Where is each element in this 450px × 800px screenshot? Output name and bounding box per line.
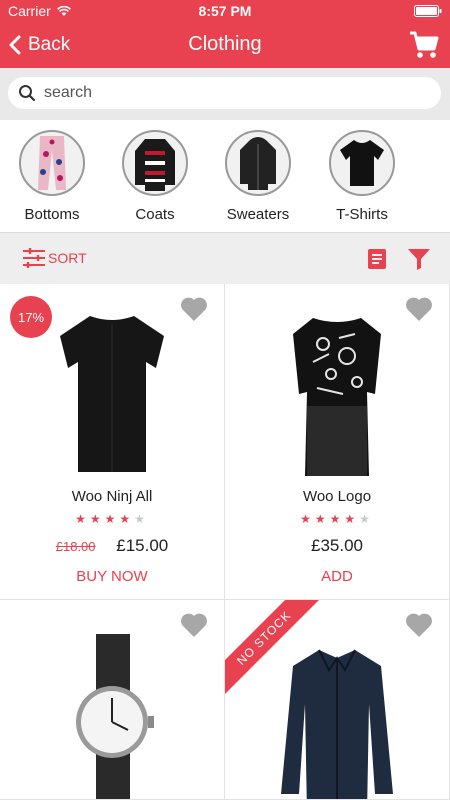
sale-price: £15.00 [116, 536, 169, 555]
product-image [60, 316, 164, 472]
product-price: £35.00 [311, 536, 363, 555]
product-card[interactable] [0, 600, 225, 800]
product-image [76, 634, 154, 799]
product-card[interactable]: 17% Woo Ninj All ★★★★★ £18.00 £15.00 BUY… [0, 284, 225, 600]
sort-button[interactable]: SORT [22, 247, 87, 269]
category-sweaters[interactable]: Sweaters [212, 130, 304, 223]
heart-icon[interactable] [180, 296, 208, 322]
discount-badge: 17% [10, 296, 52, 338]
hoodie-image [240, 137, 276, 190]
search-input[interactable] [44, 84, 404, 102]
category-image [19, 130, 85, 196]
search-box[interactable] [8, 77, 441, 109]
search-bar-area [0, 68, 450, 120]
tshirt-image [340, 140, 384, 186]
category-label: T-Shirts [336, 206, 388, 223]
category-label: Coats [135, 206, 175, 223]
product-grid: 17% Woo Ninj All ★★★★★ £18.00 £15.00 BUY… [0, 284, 450, 800]
sliders-icon [23, 248, 45, 268]
product-image [293, 318, 381, 476]
status-bar: Carrier 8:57 PM [0, 0, 450, 22]
category-label: Sweaters [226, 206, 290, 223]
sort-label: SORT [48, 250, 87, 266]
product-card[interactable]: Woo Logo ★★★★★ £35.00 ADD [225, 284, 450, 600]
heart-icon[interactable] [405, 612, 433, 638]
category-label: Bottoms [24, 206, 80, 223]
app-header: Back Clothing [0, 22, 450, 68]
status-time: 8:57 PM [198, 3, 252, 19]
price-row: £18.00 £15.00 [0, 536, 224, 556]
list-view-icon[interactable] [366, 248, 388, 270]
coat-image [135, 139, 175, 191]
price-row: £35.00 [225, 536, 449, 556]
buy-now-button[interactable]: BUY NOW [0, 568, 224, 585]
category-t-shirts[interactable]: T-Shirts [316, 130, 408, 223]
category-bottoms[interactable]: Bottoms [6, 130, 98, 223]
cart-icon[interactable] [408, 30, 440, 60]
rating-stars: ★★★★★ [75, 512, 149, 526]
page-title: Clothing [188, 33, 262, 55]
sort-filter-bar: SORT [0, 232, 450, 284]
category-strip: Bottoms Coats Sweaters T-Shirts [0, 120, 450, 232]
heart-icon[interactable] [180, 612, 208, 638]
product-name: Woo Ninj All [71, 488, 153, 505]
category-image [225, 130, 291, 196]
leggings-image [38, 136, 66, 190]
heart-icon[interactable] [405, 296, 433, 322]
rating-stars: ★★★★★ [300, 512, 374, 526]
product-card[interactable]: NO STOCK [225, 600, 450, 800]
category-image [122, 130, 188, 196]
category-image [329, 130, 395, 196]
search-icon [19, 85, 36, 102]
product-name: Woo Logo [302, 488, 372, 505]
filter-icon[interactable] [407, 248, 431, 270]
original-price: £18.00 [55, 539, 96, 554]
category-coats[interactable]: Coats [109, 130, 201, 223]
product-image [281, 649, 393, 799]
add-button[interactable]: ADD [225, 568, 449, 585]
battery-icon [414, 5, 442, 17]
